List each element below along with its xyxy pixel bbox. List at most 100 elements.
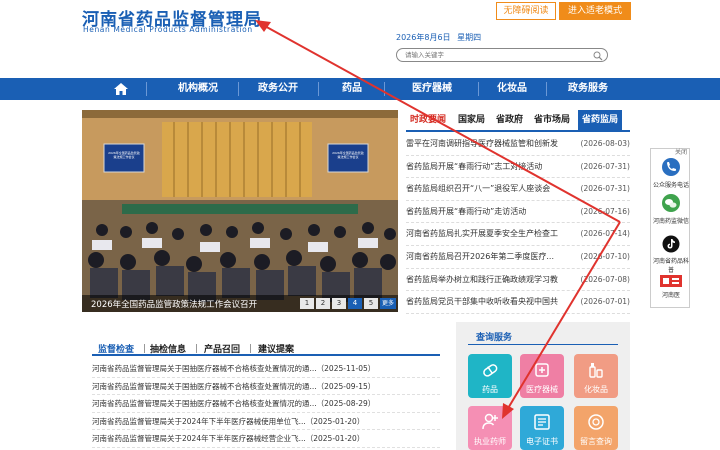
slide-screen-text-left: 2026年全国药品监管政策法规工作会议 [108,151,140,159]
tab-divider [196,344,197,353]
news-title[interactable]: 河南省药监局扎实开展夏季安全生产检查工... [406,223,558,245]
news-title[interactable]: 省药监局组织召开“八一”退役军人座谈会 [406,178,558,200]
news-tabs: 时政要闻 国家局 省政府 省市场局 省药监局 [406,110,630,132]
sidebar-item-phone[interactable]: 公众服务电话 [651,157,691,189]
query-services-panel: 查询服务 药品 医疗器械 化妆品 执业药师 电子证书 留言查询 [456,322,630,450]
slider-page-2[interactable]: 2 [316,298,330,309]
list-item[interactable]: 河南省药品监督管理局关于国抽医疗器械不合格核查处置情况的通...（2025-08… [92,395,440,413]
search-input[interactable] [405,51,585,59]
elder-mode-button[interactable]: 进入适老模式 [559,2,631,20]
tab-supervision-inspection[interactable]: 监督检查 [98,342,134,355]
slide-caption-bar: 2026年全国药品监管政策法规工作会议召开 1 2 3 4 5 更多 [82,295,398,312]
nav-item-cosmetics[interactable]: 化妆品 [488,78,536,100]
query-drugs-label: 药品 [482,385,498,394]
site-header: 河南省药品监督管理局 Henan Medical Products Admini… [0,0,720,78]
news-title[interactable]: 省药监局党员干部集中收听收看央视中国共... [406,291,558,313]
list-item[interactable]: 河南省药监局扎实开展夏季安全生产检查工... (2026-07-14) [406,223,630,246]
tab-current-affairs[interactable]: 时政要闻 [410,110,446,130]
nav-divider [384,82,385,96]
news-list: 雷平在河南调研指导医疗器械监管和创新发... (2026-08-03) 省药监局开… [406,133,630,314]
tab-product-recall[interactable]: 产品召回 [204,342,240,355]
tab-national-bureau[interactable]: 国家局 [458,110,485,130]
sidebar-close-button[interactable]: 关闭 [675,147,687,156]
sidebar-label-wechat: 河南药监微信 [652,218,689,225]
list-item[interactable]: 省药监局开展“春雨行动”走访活动 (2026-07-16) [406,201,630,224]
tab-sampling-info[interactable]: 抽检信息 [150,342,186,355]
list-item[interactable]: 河南省药品监督管理局关于2024年下半年医疗器械经营企业飞...（2025-01… [92,430,440,448]
slide-caption[interactable]: 2026年全国药品监管政策法规工作会议召开 [91,298,257,310]
news-title[interactable]: 河南省药监局召开2026年第二季度医疗... [406,246,558,268]
query-message-label: 留言查询 [580,437,612,446]
query-licensed-pharmacist-button[interactable]: 执业药师 [468,406,512,450]
nav-item-medical-devices[interactable]: 医疗器械 [400,78,464,100]
tab-divider [250,344,251,353]
list-item[interactable]: 雷平在河南调研指导医疗器械监管和创新发... (2026-08-03) [406,133,630,156]
sidebar-item-wechat[interactable]: 河南药监微信 [651,193,691,225]
message-icon [588,414,604,430]
inspection-list: 河南省药品监督管理局关于国抽医疗器械不合格核查处置情况的通...（2025-11… [92,360,440,448]
douyin-icon [662,235,680,253]
medical-device-icon [535,363,549,377]
list-item[interactable]: 省药监局党员干部集中收听收看央视中国共... (2026-07-01) [406,291,630,314]
nav-divider [238,82,239,96]
nav-item-institution[interactable]: 机构概况 [166,78,230,100]
query-cosmetics-button[interactable]: 化妆品 [574,354,618,398]
list-item[interactable]: 河南省药品监督管理局关于2024年下半年医疗器械使用单位飞...（2025-01… [92,413,440,430]
nav-divider [318,82,319,96]
query-drugs-button[interactable]: 药品 [468,354,512,398]
tab-provincial-drug-bureau[interactable]: 省药监局 [578,110,623,130]
wechat-icon [662,194,680,212]
list-item[interactable]: 省药监局开展“春雨行动”志工对接活动 (2026-07-31) [406,156,630,179]
query-cosmetics-label: 化妆品 [584,385,608,394]
nav-home[interactable] [104,78,138,100]
search-icon[interactable] [593,51,603,61]
main-nav: 机构概况 政务公开 药品 医疗器械 化妆品 政务服务 [0,78,720,100]
news-date: (2026-07-01) [580,297,630,307]
tab-suggestions[interactable]: 建议提案 [258,342,294,355]
query-medical-devices-button[interactable]: 医疗器械 [520,354,564,398]
search-box [396,48,608,62]
news-slider[interactable]: 2026年全国药品监管政策法规工作会议 2026年全国药品监管政策法规工作会议 … [82,110,398,312]
tab-provincial-government[interactable]: 省政府 [496,110,523,130]
news-date: (2026-08-03) [580,139,630,148]
news-date: (2026-07-14) [580,229,630,239]
sidebar-label-phone: 公众服务电话 [652,182,689,189]
toutiao-icon [660,275,682,287]
nav-item-government-services[interactable]: 政务服务 [556,78,620,100]
list-item[interactable]: 省药监局组织召开“八一”退役军人座谈会 (2026-07-31) [406,178,630,201]
accessibility-button[interactable]: 无障碍阅读 [496,2,556,20]
nav-item-government-affairs[interactable]: 政务公开 [246,78,310,100]
nav-item-drugs[interactable]: 药品 [330,78,374,100]
pill-icon [483,364,498,377]
slider-page-4[interactable]: 4 [348,298,362,309]
nav-divider [546,82,547,96]
news-title[interactable]: 省药监局开展“春雨行动”走访活动 [406,201,558,223]
tab-provincial-market-bureau[interactable]: 省市场局 [534,110,570,130]
query-e-certificate-button[interactable]: 电子证书 [520,406,564,450]
slider-more[interactable]: 更多 [380,298,396,309]
list-item[interactable]: 省药监局举办树立和践行正确政绩观学习教... (2026-07-08) [406,269,630,292]
query-medical-devices-label: 医疗器械 [526,385,558,394]
slider-pagination: 1 2 3 4 5 更多 [298,298,396,309]
weekday-text: 星期四 [457,33,482,42]
query-licensed-pharmacist-label: 执业药师 [474,437,506,446]
query-services-title: 查询服务 [476,333,513,343]
slider-page-3[interactable]: 3 [332,298,346,309]
query-message-button[interactable]: 留言查询 [574,406,618,450]
sidebar-item-douyin[interactable]: 河南省药品科普 [651,235,691,274]
list-item[interactable]: 河南省药监局召开2026年第二季度医疗... (2026-07-10) [406,246,630,269]
date-text: 2026年8月6日 [396,33,451,42]
news-title[interactable]: 省药监局举办树立和践行正确政绩观学习教... [406,269,558,291]
nav-divider [478,82,479,96]
news-title[interactable]: 雷平在河南调研指导医疗器械监管和创新发... [406,133,558,155]
slider-page-1[interactable]: 1 [300,298,314,309]
list-item[interactable]: 河南省药品监督管理局关于国抽医疗器械不合格核查处置情况的通...（2025-09… [92,378,440,395]
news-title[interactable]: 省药监局开展“春雨行动”志工对接活动 [406,156,558,178]
query-services-divider [468,344,618,345]
news-date: (2026-07-08) [580,274,630,284]
sidebar-item-toutiao[interactable]: 河南医 [651,275,691,299]
list-item[interactable]: 河南省药品监督管理局关于国抽医疗器械不合格核查处置情况的通...（2025-11… [92,360,440,378]
slider-page-5[interactable]: 5 [364,298,378,309]
slide-photo [82,110,398,312]
news-date: (2026-07-31) [580,161,630,171]
